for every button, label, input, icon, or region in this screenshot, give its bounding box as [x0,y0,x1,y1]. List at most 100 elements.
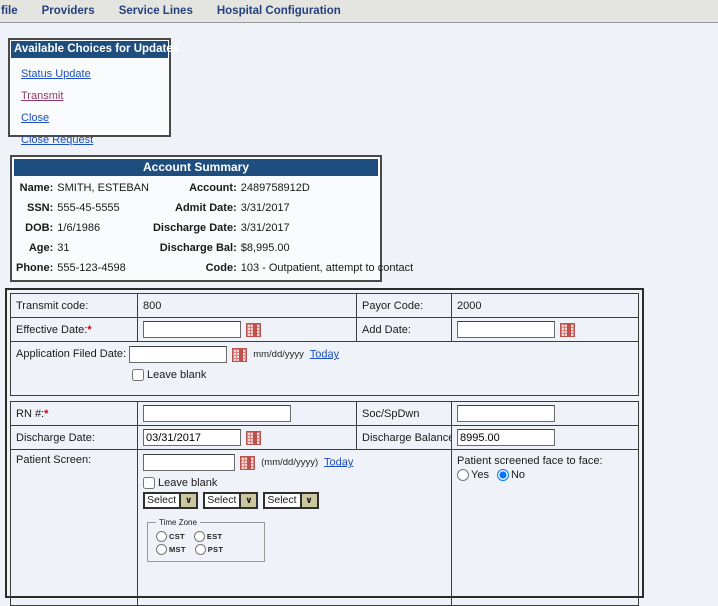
add-date-input[interactable] [457,321,555,338]
discharge-date-input[interactable] [143,429,241,446]
leave-blank-label: Leave blank [158,477,217,489]
close-link[interactable]: Close [21,112,168,124]
leave-blank-checkbox[interactable] [143,477,155,489]
patient-screen-select-3[interactable]: Select∨ [263,492,318,509]
application-filed-date-cell: Application Filed Date: mm/dd/yyyy Today… [11,342,639,396]
ssn-label: SSN: [14,198,55,218]
status-update-link[interactable]: Status Update [21,68,168,80]
calendar-icon[interactable] [246,431,261,445]
est-radio[interactable] [194,531,205,542]
chevron-down-icon[interactable]: ∨ [300,494,317,507]
patient-screen-cell: (mm/dd/yyyy) Today Leave blank Select∨ S… [138,450,452,606]
table-row: DOB: 1/6/1986 Discharge Date: 3/31/2017 [14,218,415,238]
soc-spdwn-label: Soc/SpDwn [357,402,452,426]
table-row: Phone: 555-123-4598 Code: 103 - Outpatie… [14,258,415,278]
account-value: 2489758912D [239,178,415,198]
discharge-balance-label: Discharge Balance:* [357,426,452,450]
phone-value: 555-123-4598 [55,258,151,278]
soc-spdwn-cell [452,402,639,426]
table-row: Effective Date:* Add Date: [11,318,639,342]
dob-value: 1/6/1986 [55,218,151,238]
table-row: SSN: 555-45-5555 Admit Date: 3/31/2017 [14,198,415,218]
select-value: Select [265,494,299,507]
patient-screen-label: Patient Screen: [11,450,138,606]
application-filed-date-label: Application Filed Date: [16,348,126,360]
transmit-code-label: Transmit code: [11,294,138,318]
menu-item-file[interactable]: file [1,5,18,17]
face-to-face-question: Patient screened face to face: [457,455,633,467]
chevron-down-icon[interactable]: ∨ [179,494,196,507]
face-yes-radio[interactable] [457,469,469,481]
available-choices-title: Available Choices for Updates [11,41,168,58]
available-choices-panel: Available Choices for Updates Status Upd… [8,38,171,137]
select-value: Select [205,494,239,507]
dob-label: DOB: [14,218,55,238]
today-link[interactable]: Today [310,348,339,360]
discharge-date-value: 3/31/2017 [239,218,415,238]
discharge-balance-input[interactable] [457,429,555,446]
transmit-code-value: 800 [138,294,357,318]
transmit-link[interactable]: Transmit [21,90,168,102]
date-format-hint: mm/dd/yyyy [253,349,304,360]
soc-spdwn-input[interactable] [457,405,555,422]
time-zone-legend: Time Zone [156,518,200,527]
code-value: 103 - Outpatient, attempt to contact [239,258,415,278]
update-form: Transmit code: 800 Payor Code: 2000 Effe… [5,288,644,598]
phone-label: Phone: [14,258,55,278]
discharge-balance-cell [452,426,639,450]
today-link[interactable]: Today [324,456,353,468]
rn-number-cell [138,402,357,426]
calendar-icon[interactable] [232,348,247,362]
cst-radio[interactable] [156,531,167,542]
time-zone-fieldset: Time Zone CST EST MST PST [147,518,265,562]
patient-screen-input[interactable] [143,454,235,471]
admit-date-value: 3/31/2017 [239,198,415,218]
application-filed-date-input[interactable] [129,346,227,363]
account-summary-title: Account Summary [14,159,378,176]
menu-item-hospital-configuration[interactable]: Hospital Configuration [217,5,341,17]
table-row: Patient Screen: (mm/dd/yyyy) Today Leave… [11,450,639,606]
table-row: RN #:* Soc/SpDwn [11,402,639,426]
pst-radio[interactable] [195,544,206,555]
patient-screen-select-2[interactable]: Select∨ [203,492,258,509]
admit-date-label: Admit Date: [151,198,239,218]
required-asterisk: * [44,408,48,420]
effective-date-cell [138,318,357,342]
discharge-date-field-label: Discharge Date: [11,426,138,450]
chevron-down-icon[interactable]: ∨ [239,494,256,507]
effective-date-input[interactable] [143,321,241,338]
table-row: Name: SMITH, ESTEBAN Account: 2489758912… [14,178,415,198]
form-table-bottom: RN #:* Soc/SpDwn Discharge Date: Dischar… [10,401,639,606]
name-value: SMITH, ESTEBAN [55,178,151,198]
select-value: Select [145,494,179,507]
account-summary-table: Name: SMITH, ESTEBAN Account: 2489758912… [14,178,415,278]
date-format-hint: (mm/dd/yyyy) [261,457,318,468]
close-request-link[interactable]: Close Request [21,134,168,146]
age-label: Age: [14,238,55,258]
mst-radio[interactable] [156,544,167,555]
leave-blank-label: Leave blank [147,369,206,381]
table-row: Age: 31 Discharge Bal: $8,995.00 [14,238,415,258]
calendar-icon[interactable] [560,323,575,337]
menu-item-providers[interactable]: Providers [42,5,95,17]
table-row: Transmit code: 800 Payor Code: 2000 [11,294,639,318]
account-label: Account: [151,178,239,198]
table-row: Application Filed Date: mm/dd/yyyy Today… [11,342,639,396]
ssn-value: 555-45-5555 [55,198,151,218]
face-no-radio[interactable] [497,469,509,481]
form-table-top: Transmit code: 800 Payor Code: 2000 Effe… [10,293,639,396]
menu-bar: file Providers Service Lines Hospital Co… [0,0,718,23]
rn-number-input[interactable] [143,405,291,422]
account-summary-panel: Account Summary Name: SMITH, ESTEBAN Acc… [10,155,382,282]
menu-item-service-lines[interactable]: Service Lines [119,5,193,17]
payor-code-value: 2000 [452,294,639,318]
discharge-date-label: Discharge Date: [151,218,239,238]
mst-label: MST [169,545,186,554]
pst-label: PST [208,545,224,554]
discharge-date-cell [138,426,357,450]
calendar-icon[interactable] [240,456,255,470]
calendar-icon[interactable] [246,323,261,337]
leave-blank-checkbox[interactable] [132,369,144,381]
add-date-label: Add Date: [357,318,452,342]
patient-screen-select-1[interactable]: Select∨ [143,492,198,509]
